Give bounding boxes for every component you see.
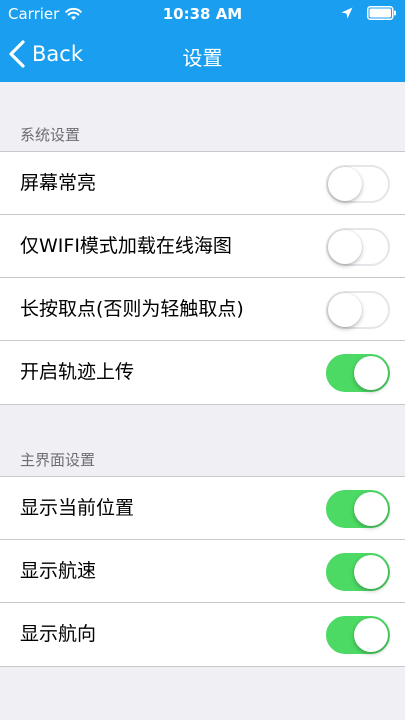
toggle-switch[interactable] — [326, 615, 390, 654]
setting-row-show-speed: 显示航速 — [0, 539, 405, 603]
setting-label: 屏幕常亮 — [20, 172, 97, 194]
page-title: 设置 — [182, 46, 223, 70]
toggle-switch[interactable] — [326, 353, 390, 392]
header: Carrier 10:38 AM Back 设置 — [0, 0, 405, 82]
setting-label: 显示航速 — [20, 560, 97, 582]
settings-group-system: 屏幕常亮 仅WIFI模式加载在线海图 长按取点(否则为轻触取点) 开启轨迹上传 — [0, 151, 405, 405]
setting-label: 仅WIFI模式加载在线海图 — [20, 235, 232, 257]
toggle-switch[interactable] — [326, 164, 390, 203]
setting-row-show-position: 显示当前位置 — [0, 477, 405, 540]
toggle-knob — [354, 491, 388, 526]
toggle-switch[interactable] — [326, 552, 390, 591]
section-header-main-screen: 主界面设置 — [20, 451, 96, 469]
settings-group-main-screen: 显示当前位置 显示航速 显示航向 — [0, 476, 405, 667]
battery-icon — [367, 6, 396, 20]
setting-label: 开启轨迹上传 — [20, 361, 135, 383]
setting-row-screen-always-on: 屏幕常亮 — [0, 152, 405, 215]
section-header-system: 系统设置 — [20, 126, 81, 144]
toggle-knob — [354, 355, 388, 390]
toggle-knob — [328, 229, 362, 264]
setting-label: 显示航向 — [20, 623, 97, 645]
setting-row-show-heading: 显示航向 — [0, 602, 405, 666]
setting-label: 长按取点(否则为轻触取点) — [20, 298, 244, 320]
setting-row-long-press-pick: 长按取点(否则为轻触取点) — [0, 277, 405, 341]
setting-label: 显示当前位置 — [20, 497, 135, 519]
setting-row-wifi-only-charts: 仅WIFI模式加载在线海图 — [0, 214, 405, 278]
toggle-knob — [328, 166, 362, 201]
status-bar: Carrier 10:38 AM — [0, 0, 405, 28]
toggle-switch[interactable] — [326, 227, 390, 266]
toggle-switch[interactable] — [326, 290, 390, 329]
toggle-knob — [328, 292, 362, 327]
status-right — [341, 6, 397, 20]
setting-row-track-upload: 开启轨迹上传 — [0, 340, 405, 404]
toggle-knob — [354, 617, 388, 652]
toggle-knob — [354, 554, 388, 589]
nav-bar: Back 设置 — [0, 28, 405, 82]
toggle-switch[interactable] — [326, 489, 390, 528]
location-icon — [341, 7, 353, 19]
